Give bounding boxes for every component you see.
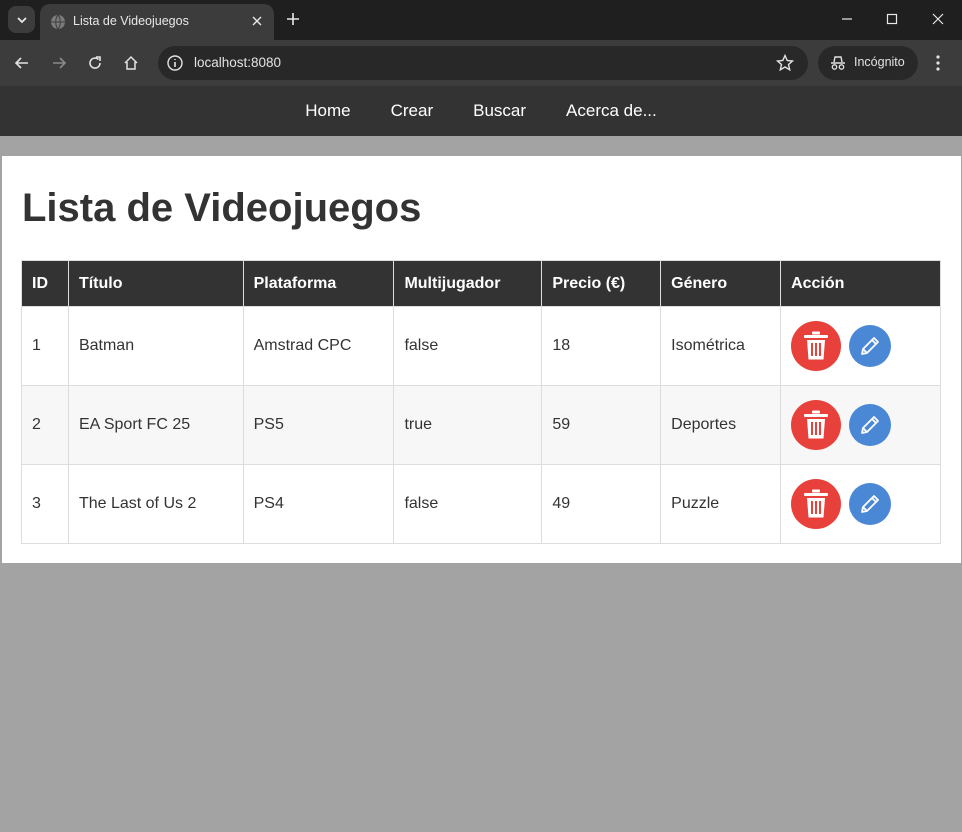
pencil-icon	[861, 495, 879, 513]
close-icon	[932, 13, 944, 25]
incognito-label: Incógnito	[854, 55, 905, 69]
cell-id: 2	[21, 385, 69, 465]
address-bar[interactable]: localhost:8080	[158, 46, 808, 80]
tab-title: Lista de Videojuegos	[73, 14, 189, 28]
edit-button[interactable]	[849, 404, 892, 446]
delete-button[interactable]	[791, 321, 842, 371]
cell-id: 3	[21, 464, 69, 544]
pencil-icon	[861, 337, 879, 355]
header-multijugador: Multijugador	[393, 260, 543, 307]
plus-icon	[287, 13, 299, 25]
cell-titulo: The Last of Us 2	[67, 464, 244, 544]
browser-toolbar: localhost:8080 Incógnito	[0, 40, 962, 86]
reload-button[interactable]	[83, 51, 107, 75]
cell-precio: 59	[541, 385, 662, 465]
browser-tab[interactable]: Lista de Videojuegos	[40, 4, 274, 40]
bookmark-star-icon[interactable]	[776, 54, 794, 72]
row-actions	[791, 400, 930, 450]
table-row: 2 EA Sport FC 25 PS5 true 59 Deportes	[21, 385, 941, 465]
content-card: Lista de Videojuegos ID Título Plataform…	[2, 156, 961, 563]
header-genero: Género	[660, 260, 782, 307]
cell-titulo: Batman	[67, 306, 244, 386]
cell-precio: 49	[541, 464, 662, 544]
url-text[interactable]: localhost:8080	[194, 55, 281, 70]
home-icon	[124, 55, 138, 70]
cell-plataforma: PS5	[242, 385, 395, 465]
arrow-left-icon	[14, 57, 28, 69]
maximize-button[interactable]	[881, 8, 903, 30]
site-info-icon[interactable]	[166, 54, 184, 72]
page-title: Lista de Videojuegos	[22, 186, 422, 230]
row-actions	[791, 321, 930, 371]
nav-home-link[interactable]: Home	[285, 86, 370, 136]
browser-menu-button[interactable]	[928, 51, 948, 75]
arrow-right-icon	[53, 57, 67, 69]
close-icon	[252, 16, 262, 26]
table-header-row: ID Título Plataforma Multijugador Precio…	[21, 260, 941, 307]
edit-button[interactable]	[849, 325, 892, 367]
maximize-icon	[886, 13, 898, 25]
header-id: ID	[21, 260, 69, 307]
cell-multijugador: false	[393, 306, 543, 386]
trash-icon	[804, 489, 829, 518]
cell-accion	[780, 385, 941, 465]
edit-button[interactable]	[849, 483, 892, 525]
more-vertical-icon	[936, 55, 940, 71]
new-tab-button[interactable]	[282, 8, 304, 30]
browser-window: Lista de Videojuegos localhost:8080 Incó…	[0, 0, 962, 832]
cell-accion	[780, 464, 941, 544]
nav-crear-link[interactable]: Crear	[371, 86, 454, 136]
header-plataforma: Plataforma	[242, 260, 395, 307]
home-button[interactable]	[119, 51, 143, 75]
cell-id: 1	[21, 306, 69, 386]
cell-genero: Deportes	[660, 385, 782, 465]
cell-multijugador: true	[393, 385, 543, 465]
globe-icon	[51, 14, 65, 30]
trash-icon	[804, 331, 829, 360]
cell-plataforma: Amstrad CPC	[242, 306, 395, 386]
cell-plataforma: PS4	[242, 464, 395, 544]
tab-search-button[interactable]	[8, 6, 35, 33]
reload-icon	[89, 56, 101, 69]
header-titulo: Título	[67, 260, 244, 307]
minimize-button[interactable]	[836, 8, 858, 30]
delete-button[interactable]	[791, 400, 842, 450]
videogames-table: ID Título Plataforma Multijugador Precio…	[21, 260, 941, 544]
back-button[interactable]	[10, 51, 34, 75]
cell-genero: Isométrica	[660, 306, 782, 386]
row-actions	[791, 479, 930, 529]
table-row: 1 Batman Amstrad CPC false 18 Isométrica	[21, 306, 941, 386]
cell-accion	[780, 306, 941, 386]
chevron-down-icon	[16, 16, 27, 23]
trash-icon	[804, 410, 829, 439]
title-bar: Lista de Videojuegos	[0, 0, 962, 40]
cell-multijugador: false	[393, 464, 543, 544]
cell-genero: Puzzle	[660, 464, 782, 544]
table-row: 3 The Last of Us 2 PS4 false 49 Puzzle	[21, 464, 941, 544]
close-tab-button[interactable]	[248, 12, 266, 30]
header-accion: Acción	[780, 260, 941, 307]
cell-precio: 18	[541, 306, 662, 386]
nav-buscar-link[interactable]: Buscar	[453, 86, 546, 136]
nav-acerca-link[interactable]: Acerca de...	[546, 86, 677, 136]
close-window-button[interactable]	[927, 8, 949, 30]
incognito-indicator[interactable]: Incógnito	[818, 46, 918, 80]
minimize-icon	[842, 18, 852, 20]
cell-titulo: EA Sport FC 25	[67, 385, 244, 465]
pencil-icon	[861, 416, 879, 434]
delete-button[interactable]	[791, 479, 842, 529]
header-precio: Precio (€)	[541, 260, 662, 307]
site-navbar: Home Crear Buscar Acerca de...	[0, 86, 962, 136]
forward-button[interactable]	[47, 51, 71, 75]
incognito-icon	[831, 56, 845, 70]
